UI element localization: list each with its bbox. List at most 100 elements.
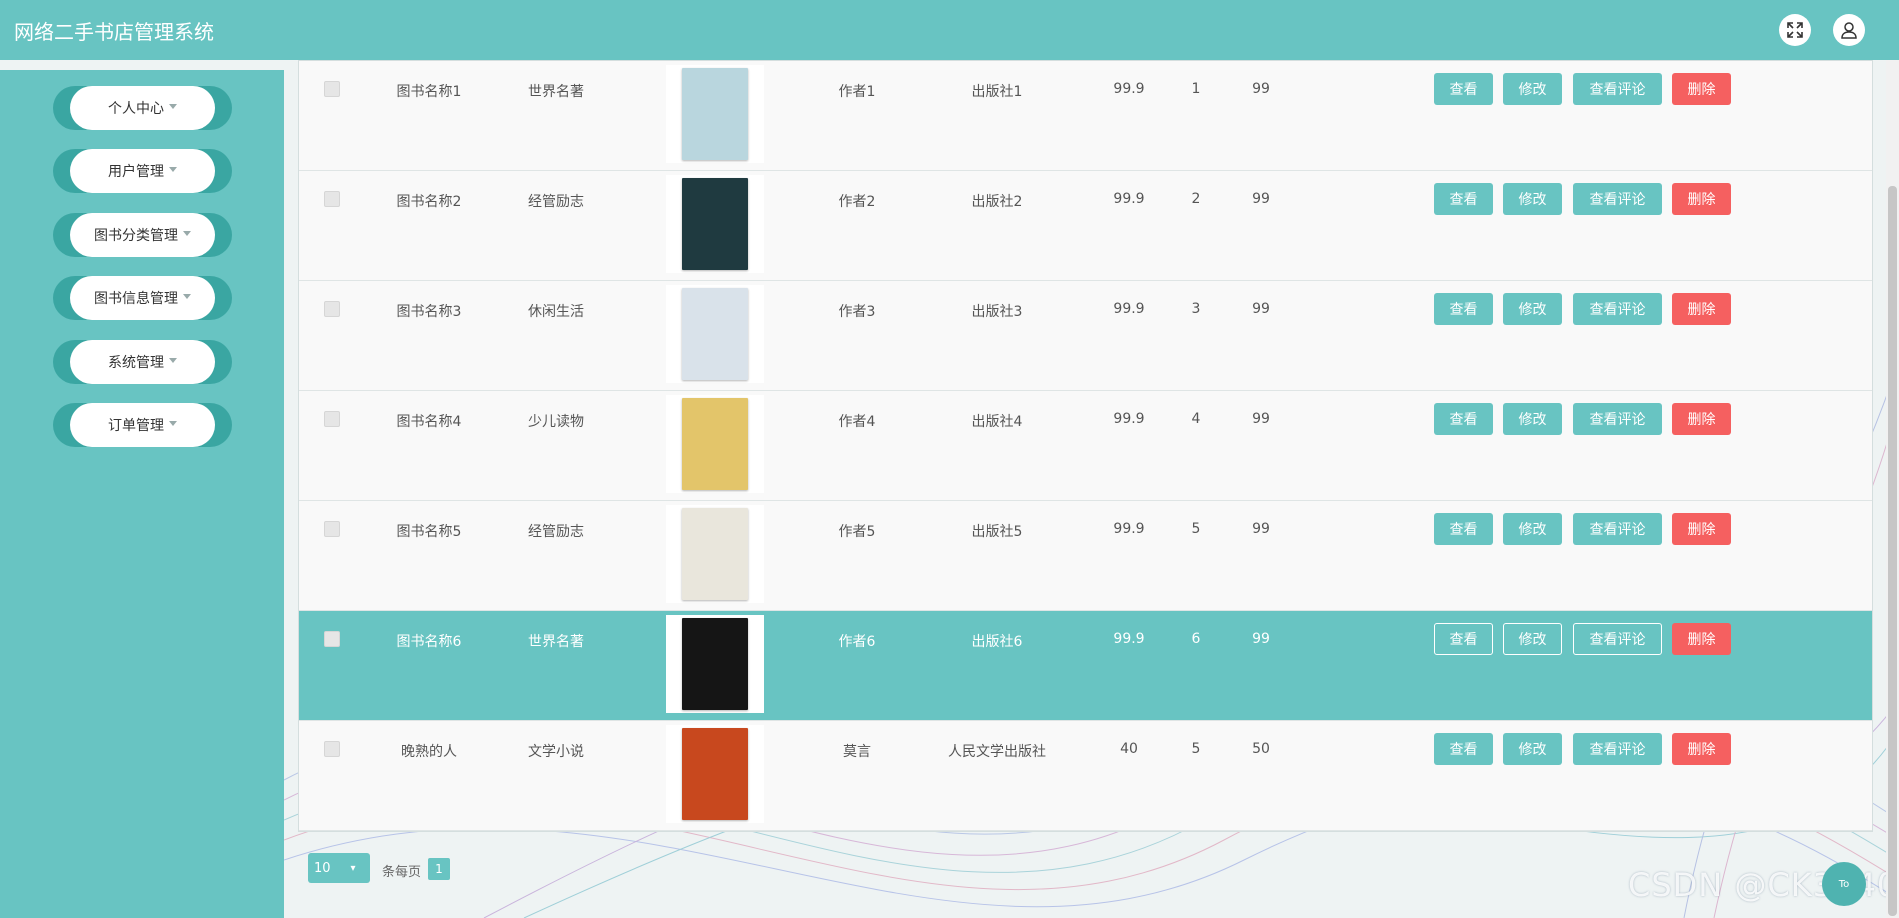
cell-price: 99.9 bbox=[1113, 301, 1145, 317]
cell-price: 40 bbox=[1120, 741, 1138, 757]
row-checkbox[interactable] bbox=[324, 521, 340, 537]
cell-stock: 5 bbox=[1191, 741, 1201, 757]
view-button[interactable]: 查看 bbox=[1434, 733, 1493, 765]
table-row[interactable]: 图书名称3 休闲生活 作者3 出版社3 99.9 3 99 查看 修改 查看评论 删除 bbox=[299, 281, 1872, 391]
cell-stock: 3 bbox=[1191, 301, 1201, 317]
cell-stock: 5 bbox=[1191, 521, 1201, 537]
cell-count: 50 bbox=[1252, 741, 1270, 757]
sidebar-item-system-management[interactable]: 系统管理 bbox=[53, 340, 232, 384]
cell-publisher: 出版社2 bbox=[971, 194, 1023, 210]
caret-down-icon bbox=[169, 103, 177, 109]
sidebar-item-order-management[interactable]: 订单管理 bbox=[53, 403, 232, 447]
view-button[interactable]: 查看 bbox=[1434, 403, 1493, 435]
edit-button[interactable]: 修改 bbox=[1503, 513, 1562, 545]
cell-book-name: 图书名称2 bbox=[396, 194, 462, 210]
cell-category: 经管励志 bbox=[528, 194, 584, 210]
table-row[interactable]: 晚熟的人 文学小说 莫言 人民文学出版社 40 5 50 查看 修改 查看评论 删除 bbox=[299, 721, 1872, 831]
sidebar-item-category-management[interactable]: 图书分类管理 bbox=[53, 213, 232, 257]
scrollbar[interactable] bbox=[1886, 60, 1899, 918]
table-row[interactable]: 图书名称4 少儿读物 作者4 出版社4 99.9 4 99 查看 修改 查看评论 删除 bbox=[299, 391, 1872, 501]
cell-book-name: 图书名称4 bbox=[396, 414, 462, 430]
view-reviews-button[interactable]: 查看评论 bbox=[1573, 623, 1662, 655]
cell-category: 世界名著 bbox=[528, 84, 584, 100]
cell-book-name: 图书名称3 bbox=[396, 304, 462, 320]
cell-publisher: 出版社1 bbox=[971, 84, 1023, 100]
cell-category: 世界名著 bbox=[528, 634, 584, 650]
edit-button[interactable]: 修改 bbox=[1503, 293, 1562, 325]
sidebar-item-label: 订单管理 bbox=[108, 418, 164, 434]
view-button[interactable]: 查看 bbox=[1434, 623, 1493, 655]
cell-book-name: 图书名称5 bbox=[396, 524, 462, 540]
table-row[interactable]: 图书名称5 经管励志 作者5 出版社5 99.9 5 99 查看 修改 查看评论 删除 bbox=[299, 501, 1872, 611]
cell-publisher: 出版社3 bbox=[971, 304, 1023, 320]
row-checkbox[interactable] bbox=[324, 631, 340, 647]
user-icon bbox=[1841, 22, 1857, 39]
book-cover-art bbox=[682, 728, 748, 820]
table-row[interactable]: 图书名称6 世界名著 作者6 出版社6 99.9 6 99 查看 修改 查看评论 删除 bbox=[299, 611, 1872, 721]
row-checkbox[interactable] bbox=[324, 191, 340, 207]
view-reviews-button[interactable]: 查看评论 bbox=[1573, 183, 1662, 215]
sidebar: 个人中心 用户管理 图书分类管理 图书信息管理 系统管理 订单管理 bbox=[0, 70, 284, 918]
cell-author: 莫言 bbox=[843, 744, 871, 760]
cell-author: 作者1 bbox=[838, 84, 876, 100]
delete-button[interactable]: 删除 bbox=[1672, 733, 1731, 765]
delete-button[interactable]: 删除 bbox=[1672, 73, 1731, 105]
cell-price: 99.9 bbox=[1113, 81, 1145, 97]
cell-publisher: 出版社6 bbox=[971, 634, 1023, 650]
view-button[interactable]: 查看 bbox=[1434, 513, 1493, 545]
row-checkbox[interactable] bbox=[324, 741, 340, 757]
view-reviews-button[interactable]: 查看评论 bbox=[1573, 513, 1662, 545]
sidebar-item-user-management[interactable]: 用户管理 bbox=[53, 149, 232, 193]
cell-publisher: 出版社4 bbox=[971, 414, 1023, 430]
page-size-select[interactable]: 10 ▾ bbox=[308, 853, 370, 883]
expand-icon bbox=[1787, 22, 1803, 38]
user-button[interactable] bbox=[1833, 14, 1865, 46]
delete-button[interactable]: 删除 bbox=[1672, 183, 1731, 215]
view-button[interactable]: 查看 bbox=[1434, 183, 1493, 215]
edit-button[interactable]: 修改 bbox=[1503, 623, 1562, 655]
cell-author: 作者2 bbox=[838, 194, 876, 210]
sidebar-item-label: 系统管理 bbox=[108, 355, 164, 371]
book-cover-art bbox=[682, 178, 748, 270]
sidebar-item-personal-center[interactable]: 个人中心 bbox=[53, 86, 232, 130]
edit-button[interactable]: 修改 bbox=[1503, 73, 1562, 105]
delete-button[interactable]: 删除 bbox=[1672, 403, 1731, 435]
view-reviews-button[interactable]: 查看评论 bbox=[1573, 293, 1662, 325]
view-reviews-button[interactable]: 查看评论 bbox=[1573, 73, 1662, 105]
scrollbar-thumb[interactable] bbox=[1888, 186, 1897, 916]
delete-button[interactable]: 删除 bbox=[1672, 513, 1731, 545]
view-reviews-button[interactable]: 查看评论 bbox=[1573, 733, 1662, 765]
table-row[interactable]: 图书名称2 经管励志 作者2 出版社2 99.9 2 99 查看 修改 查看评论 删除 bbox=[299, 171, 1872, 281]
table-row[interactable]: 图书名称1 世界名著 作者1 出版社1 99.9 1 99 查看 修改 查看评论 删除 bbox=[299, 61, 1872, 171]
view-button[interactable]: 查看 bbox=[1434, 293, 1493, 325]
fullscreen-button[interactable] bbox=[1779, 14, 1811, 46]
caret-down-icon bbox=[169, 166, 177, 172]
sidebar-item-label: 图书信息管理 bbox=[94, 291, 178, 307]
back-to-top-button[interactable]: To bbox=[1822, 862, 1866, 906]
cell-category: 少儿读物 bbox=[528, 414, 584, 430]
cell-count: 99 bbox=[1252, 631, 1270, 647]
row-checkbox[interactable] bbox=[324, 81, 340, 97]
sidebar-item-book-info-management[interactable]: 图书信息管理 bbox=[53, 276, 232, 320]
row-checkbox[interactable] bbox=[324, 301, 340, 317]
page-button-current[interactable]: 1 bbox=[428, 858, 450, 880]
page-size-value: 10 bbox=[314, 860, 331, 876]
book-cover-image bbox=[666, 615, 764, 713]
book-cover-image bbox=[666, 505, 764, 603]
app-title: 网络二手书店管理系统 bbox=[14, 20, 214, 44]
delete-button[interactable]: 删除 bbox=[1672, 623, 1731, 655]
edit-button[interactable]: 修改 bbox=[1503, 403, 1562, 435]
sidebar-item-label: 图书分类管理 bbox=[94, 228, 178, 244]
cell-category: 文学小说 bbox=[528, 744, 584, 760]
cell-price: 99.9 bbox=[1113, 631, 1145, 647]
caret-down-icon bbox=[183, 230, 191, 236]
delete-button[interactable]: 删除 bbox=[1672, 293, 1731, 325]
book-cover-image bbox=[666, 65, 764, 163]
edit-button[interactable]: 修改 bbox=[1503, 733, 1562, 765]
book-cover-art bbox=[682, 618, 748, 710]
cell-category: 经管励志 bbox=[528, 524, 584, 540]
view-reviews-button[interactable]: 查看评论 bbox=[1573, 403, 1662, 435]
edit-button[interactable]: 修改 bbox=[1503, 183, 1562, 215]
row-checkbox[interactable] bbox=[324, 411, 340, 427]
view-button[interactable]: 查看 bbox=[1434, 73, 1493, 105]
